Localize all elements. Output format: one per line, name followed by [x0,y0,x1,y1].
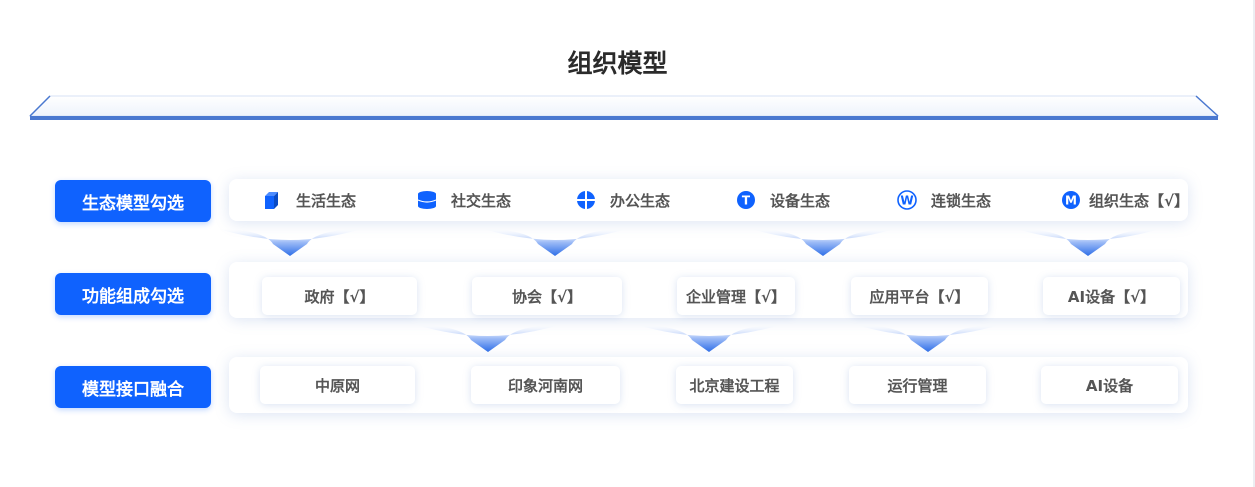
function-chip-government[interactable]: 政府【√】 [262,277,417,315]
interface-chip-operation[interactable]: 运行管理 [849,366,986,404]
interface-chip-zhongyuan[interactable]: 中原网 [260,366,415,404]
database-icon [417,190,437,210]
row-label-interface: 模型接口融合 [55,366,211,408]
eco-item-device[interactable]: T 设备生态 [736,179,830,221]
row-label-function: 功能组成勾选 [55,273,211,315]
letter-t-icon: T [736,190,756,210]
eco-item-label: 社交生态 [451,191,512,210]
down-arrow [634,324,784,352]
page-title: 组织模型 [567,49,668,78]
eco-item-label: 设备生态 [770,191,831,210]
eco-item-life[interactable]: 生活生态 [262,179,356,221]
letter-w-icon: W [897,190,917,210]
interface-chip-yinxiang-henan[interactable]: 印象河南网 [471,366,620,404]
down-arrow [748,228,898,256]
interface-chip-ai-device[interactable]: AI设备 [1041,366,1178,404]
globe-icon [576,190,596,210]
interface-chip-beijing-construction[interactable]: 北京建设工程 [676,366,793,404]
svg-text:M: M [1065,194,1077,208]
down-arrow [413,324,563,352]
function-chip-ai-device[interactable]: AI设备【√】 [1043,277,1180,315]
cube-icon [262,190,282,210]
eco-item-office[interactable]: 办公生态 [576,179,670,221]
down-arrow [853,324,1003,352]
function-panel: 政府【√】 协会【√】 企业管理【√】 应用平台【√】 AI设备【√】 [229,262,1188,318]
svg-text:W: W [900,194,913,208]
stage-platform [28,95,1220,120]
ecology-panel: 生活生态 社交生态 办公生态 T 设备生态 W 连锁生态 M 组织生态【√】 [229,179,1189,221]
eco-item-label: 生活生态 [296,191,357,210]
function-chip-association[interactable]: 协会【√】 [472,277,622,315]
down-arrow [1013,228,1163,256]
function-chip-enterprise[interactable]: 企业管理【√】 [677,277,795,315]
eco-item-chain[interactable]: W 连锁生态 [897,179,991,221]
letter-m-icon: M [1061,190,1081,210]
down-arrow [480,228,630,256]
eco-item-organization[interactable]: M 组织生态【√】 [1061,179,1189,221]
svg-text:T: T [742,194,751,208]
function-chip-app-platform[interactable]: 应用平台【√】 [851,277,988,315]
eco-item-label: 办公生态 [610,191,671,210]
eco-item-social[interactable]: 社交生态 [417,179,511,221]
row-label-ecology: 生态模型勾选 [55,180,211,222]
eco-item-label: 组织生态【√】 [1089,191,1190,210]
eco-item-label: 连锁生态 [931,191,992,210]
down-arrow [215,228,365,256]
interface-panel: 中原网 印象河南网 北京建设工程 运行管理 AI设备 [229,357,1188,413]
